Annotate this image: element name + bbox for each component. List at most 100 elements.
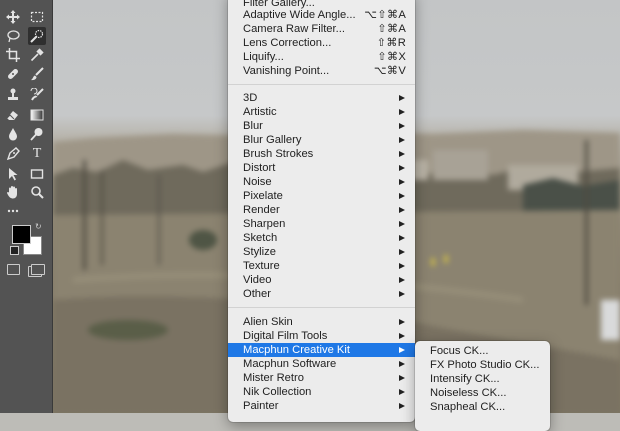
menu-item-label: Artistic: [243, 106, 277, 118]
zoom-tool-icon[interactable]: [28, 183, 46, 201]
menu-item-label: Blur Gallery: [243, 134, 302, 146]
foreground-color-swatch[interactable]: [12, 225, 31, 244]
menu-item-brush-strokes[interactable]: Brush Strokes: [228, 147, 415, 161]
menu-item-camera-raw-filter[interactable]: Camera Raw Filter... ⇧⌘A: [228, 22, 415, 36]
menu-item-label: Noiseless CK...: [430, 387, 507, 399]
menu-item-label: Stylize: [243, 246, 276, 258]
submenu-item-snapheal-ck[interactable]: Snapheal CK...: [415, 400, 550, 414]
hand-tool-icon[interactable]: [4, 183, 22, 201]
menu-item-label: Liquify...: [243, 51, 284, 63]
submenu-arrow-icon: [399, 389, 405, 395]
menu-item-video[interactable]: Video: [228, 273, 415, 287]
menu-item-artistic[interactable]: Artistic: [228, 105, 415, 119]
marquee-tool-icon[interactable]: [28, 8, 46, 26]
submenu-arrow-icon: [399, 277, 405, 283]
menu-item-painter[interactable]: Painter: [228, 399, 415, 413]
menu-item-sharpen[interactable]: Sharpen: [228, 217, 415, 231]
dodge-tool-icon[interactable]: [28, 125, 46, 143]
menu-item-lens-correction[interactable]: Lens Correction... ⇧⌘R: [228, 36, 415, 50]
submenu-arrow-icon: [399, 403, 405, 409]
menu-item-digital-film-tools[interactable]: Digital Film Tools: [228, 329, 415, 343]
menu-item-render[interactable]: Render: [228, 203, 415, 217]
menu-item-label: Camera Raw Filter...: [243, 23, 345, 35]
menu-item-label: Video: [243, 274, 272, 286]
submenu-arrow-icon: [399, 221, 405, 227]
crop-tool-icon[interactable]: [4, 46, 22, 64]
path-selection-tool-icon[interactable]: [4, 165, 22, 183]
submenu-arrow-icon: [399, 361, 405, 367]
menu-item-texture[interactable]: Texture: [228, 259, 415, 273]
submenu-item-fx-photo-studio-ck[interactable]: FX Photo Studio CK...: [415, 358, 550, 372]
menu-item-3d[interactable]: 3D: [228, 91, 415, 105]
macphun-creative-kit-submenu: Focus CK... FX Photo Studio CK... Intens…: [415, 341, 550, 431]
menu-item-alien-skin[interactable]: Alien Skin: [228, 315, 415, 329]
move-tool-icon[interactable]: [4, 8, 22, 26]
menu-item-label: 3D: [243, 92, 258, 104]
menu-item-nik-collection[interactable]: Nik Collection: [228, 385, 415, 399]
menu-item-shortcut: ⇧⌘X: [377, 51, 406, 63]
quick-selection-tool-icon[interactable]: [28, 27, 46, 45]
menu-item-stylize[interactable]: Stylize: [228, 245, 415, 259]
menu-separator: [228, 84, 415, 85]
menu-separator: [228, 307, 415, 308]
brush-tool-icon[interactable]: [28, 65, 46, 83]
menu-item-label: Texture: [243, 260, 280, 272]
submenu-arrow-icon: [399, 249, 405, 255]
menu-item-adaptive-wide-angle[interactable]: Adaptive Wide Angle... ⌥⇧⌘A: [228, 8, 415, 22]
menu-item-distort[interactable]: Distort: [228, 161, 415, 175]
menu-item-label: Brush Strokes: [243, 148, 314, 160]
submenu-arrow-icon: [399, 375, 405, 381]
menu-item-label: Sharpen: [243, 218, 286, 230]
menu-item-macphun-creative-kit[interactable]: Macphun Creative Kit: [228, 343, 415, 357]
submenu-arrow-icon: [399, 333, 405, 339]
menu-item-noise[interactable]: Noise: [228, 175, 415, 189]
menu-item-label: Lens Correction...: [243, 37, 332, 49]
menu-item-blur[interactable]: Blur: [228, 119, 415, 133]
menu-item-vanishing-point[interactable]: Vanishing Point... ⌥⌘V: [228, 64, 415, 78]
submenu-item-noiseless-ck[interactable]: Noiseless CK...: [415, 386, 550, 400]
swap-colors-icon[interactable]: ↻: [35, 223, 43, 231]
submenu-arrow-icon: [399, 123, 405, 129]
pen-tool-icon[interactable]: [4, 145, 22, 163]
clone-stamp-tool-icon[interactable]: [4, 86, 22, 104]
screen-mode-icon[interactable]: [31, 264, 45, 275]
submenu-arrow-icon: [399, 347, 405, 353]
menu-item-label: Macphun Creative Kit: [243, 344, 350, 356]
history-brush-tool-icon[interactable]: [28, 86, 46, 104]
eraser-tool-icon[interactable]: [4, 106, 22, 124]
menu-item-label: Noise: [243, 176, 272, 188]
submenu-item-intensify-ck[interactable]: Intensify CK...: [415, 372, 550, 386]
menu-item-pixelate[interactable]: Pixelate: [228, 189, 415, 203]
menu-item-other[interactable]: Other: [228, 287, 415, 301]
rectangle-tool-icon[interactable]: [28, 165, 46, 183]
lasso-tool-icon[interactable]: [4, 27, 22, 45]
eyedropper-tool-icon[interactable]: [28, 46, 46, 64]
gradient-tool-icon[interactable]: [28, 106, 46, 124]
menu-item-liquify[interactable]: Liquify... ⇧⌘X: [228, 50, 415, 64]
more-tools-icon[interactable]: [4, 202, 22, 220]
type-tool-icon[interactable]: T: [28, 145, 46, 163]
menu-item-label: Render: [243, 204, 280, 216]
menu-item-label: Snapheal CK...: [430, 401, 506, 413]
menu-item-label: Alien Skin: [243, 316, 293, 328]
submenu-arrow-icon: [399, 165, 405, 171]
submenu-arrow-icon: [399, 263, 405, 269]
menu-item-label: Intensify CK...: [430, 373, 500, 385]
menu-item-label: Nik Collection: [243, 386, 312, 398]
default-colors-icon[interactable]: [10, 246, 19, 255]
menu-item-label: Digital Film Tools: [243, 330, 328, 342]
quick-mask-icon[interactable]: [7, 264, 20, 275]
blur-tool-icon[interactable]: [4, 125, 22, 143]
menu-item-blur-gallery[interactable]: Blur Gallery: [228, 133, 415, 147]
menu-item-macphun-software[interactable]: Macphun Software: [228, 357, 415, 371]
healing-brush-tool-icon[interactable]: [4, 65, 22, 83]
menu-item-label: Macphun Software: [243, 358, 337, 370]
menu-item-label: Distort: [243, 162, 276, 174]
submenu-item-focus-ck[interactable]: Focus CK...: [415, 344, 550, 358]
menu-item-label: Focus CK...: [430, 345, 489, 357]
submenu-arrow-icon: [399, 207, 405, 213]
submenu-arrow-icon: [399, 151, 405, 157]
menu-item-label: FX Photo Studio CK...: [430, 359, 540, 371]
menu-item-sketch[interactable]: Sketch: [228, 231, 415, 245]
menu-item-mister-retro[interactable]: Mister Retro: [228, 371, 415, 385]
